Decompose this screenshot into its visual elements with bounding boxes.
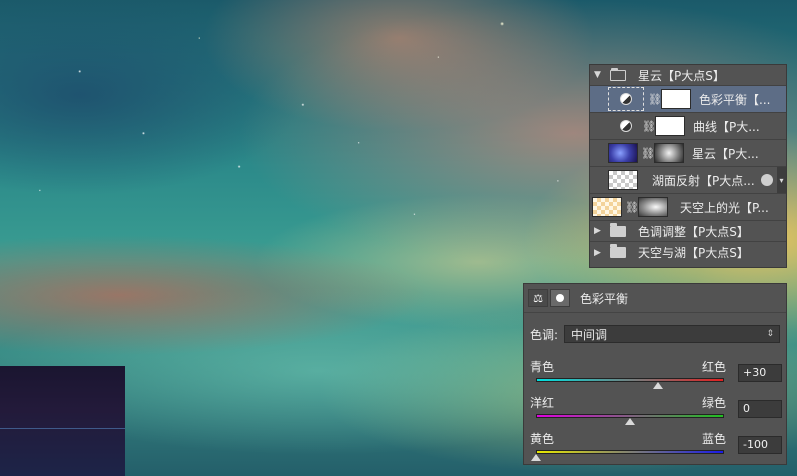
link-chain-icon[interactable]: ⛓ [648,93,662,106]
layer-group-tone-adjust[interactable]: ▶ 色调调整【P大点S】 [590,221,786,242]
layer-name: 天空上的光【P... [680,200,769,215]
layer-sky-light[interactable]: ⛓ 天空上的光【P... [590,194,786,221]
layer-nebula-image[interactable]: ⛓ 星云【P大... [590,140,786,167]
slider-thumb[interactable] [531,454,541,461]
slider-right-label: 蓝色 [701,432,726,446]
layer-mask-thumbnail [655,116,685,136]
slider-left-label: 黄色 [530,432,555,446]
tone-row: 色调: 中间调 ⇕ [530,324,780,344]
panel-scroll-button[interactable]: ▾ [777,167,786,193]
layer-color-balance[interactable]: ⛓ 色彩平衡【... [590,86,786,113]
layer-thumbnail [608,170,638,190]
slider-value-input[interactable]: +30 [738,364,782,382]
layer-thumbnail [592,197,622,217]
slider-value-input[interactable]: 0 [738,400,782,418]
tone-label: 色调: [530,327,559,342]
folder-open-icon [610,67,626,81]
link-chain-icon[interactable]: ⛓ [642,120,656,133]
link-chain-icon[interactable]: ⛓ [641,147,655,160]
layer-group-sky-lake[interactable]: ▶ 天空与湖【P大点S】 [590,242,786,263]
mask-icon[interactable] [550,289,570,307]
layer-name: 色调调整【P大点S】 [638,224,749,239]
layer-mask-thumbnail [638,197,668,217]
layer-name: 湖面反射【P大点... [652,173,755,188]
tone-select[interactable]: 中间调 ⇕ [564,325,780,343]
slider-left-label: 洋红 [530,396,555,410]
dark-canvas-block [0,366,125,476]
tone-select-value: 中间调 [571,327,608,342]
slider-cyan-red: 青色 红色 +30 [530,358,782,398]
layer-lake-reflection[interactable]: 湖面反射【P大点... ▾ [590,167,786,194]
balance-scale-icon[interactable]: ⚖ [528,289,548,307]
properties-header: ⚖ 色彩平衡 [524,284,786,313]
collapse-triangle-icon[interactable]: ▶ [594,248,604,258]
layer-curves[interactable]: ⛓ 曲线【P大... [590,113,786,140]
layer-mask-thumbnail [654,143,684,163]
slider-value-input[interactable]: -100 [738,436,782,454]
adjustment-icon [620,120,632,132]
adjustment-thumbnail [608,87,644,111]
layer-name: 天空与湖【P大点S】 [638,246,749,260]
properties-title: 色彩平衡 [580,291,629,306]
properties-panel: ⚖ 色彩平衡 色调: 中间调 ⇕ 青色 红色 +30 洋红 绿色 0 黄色 蓝色 [523,283,787,465]
folder-icon [610,222,626,237]
slider-left-label: 青色 [530,360,555,374]
layer-name: 星云【P大点S】 [638,68,725,83]
expand-triangle-icon[interactable]: ▼ [594,70,604,80]
slider-track[interactable] [536,378,724,382]
slider-right-label: 红色 [701,360,726,374]
layer-name: 曲线【P大... [693,119,760,134]
layers-panel: ▼ 星云【P大点S】 ⛓ 色彩平衡【... ⛓ 曲线【P大... ⛓ 星云【P大… [589,64,787,268]
slider-magenta-green: 洋红 绿色 0 [530,394,782,434]
smart-filter-icon [760,174,773,186]
slider-thumb[interactable] [625,418,635,425]
collapse-triangle-icon[interactable]: ▶ [594,226,604,236]
adjustment-icon [620,93,632,105]
folder-icon [610,244,626,258]
slider-track[interactable] [536,450,724,454]
link-chain-icon[interactable]: ⛓ [625,201,639,214]
layer-mask-thumbnail [661,89,691,109]
select-arrows-icon: ⇕ [766,329,774,339]
slider-thumb[interactable] [653,382,664,389]
slider-yellow-blue: 黄色 蓝色 -100 [530,430,782,470]
layer-thumbnail [608,143,638,163]
layer-name: 色彩平衡【... [699,92,771,107]
slider-right-label: 绿色 [701,396,726,410]
layer-group-nebula[interactable]: ▼ 星云【P大点S】 [590,65,786,86]
layer-name: 星云【P大... [692,146,759,161]
